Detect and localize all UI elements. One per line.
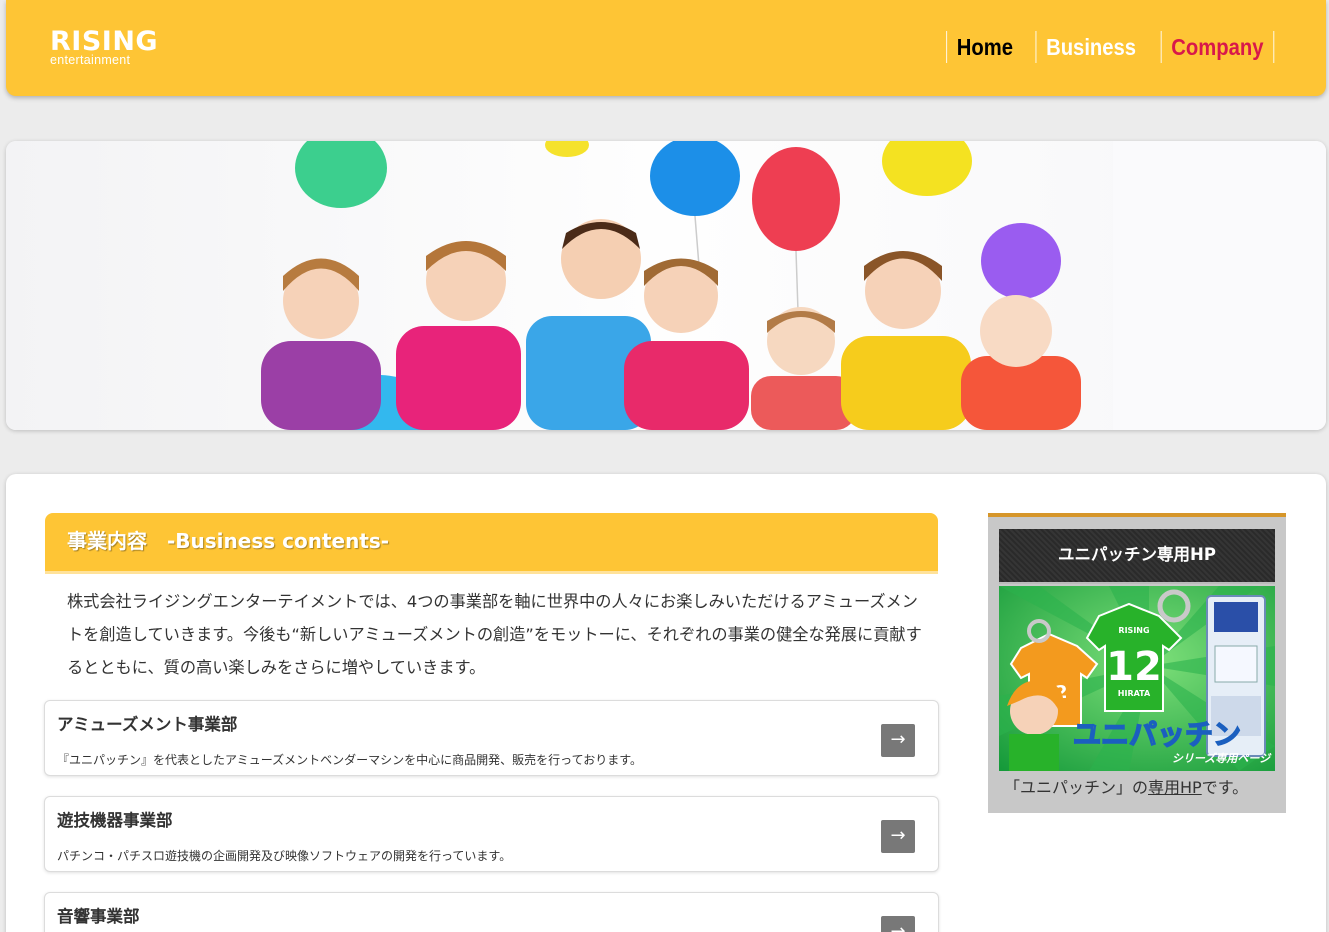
arrow-right-icon[interactable]: → (881, 724, 915, 757)
section-title: 事業内容 -Business contents- (67, 529, 390, 553)
kids-balloons-illustration (6, 141, 1326, 430)
nav-home[interactable]: Home (946, 31, 1022, 63)
section-heading-rule (45, 571, 938, 574)
card-description: パチンコ・パチスロ遊技機の企画開発及び映像ソフトウェアの開発を行っています。 (57, 849, 512, 863)
business-card-amusement[interactable]: アミューズメント事業部 『ユニパッチン』を代表としたアミューズメントベンダーマシ… (44, 700, 939, 776)
arrow-right-icon[interactable]: → (881, 916, 915, 932)
business-card-audio[interactable]: 音響事業部 → (44, 892, 939, 932)
banner-tagline: シリーズ専用ページ (1172, 752, 1272, 765)
unipatchin-hp-link[interactable]: 専用HP (1148, 778, 1202, 797)
business-card-gaming-machines[interactable]: 遊技機器事業部 パチンコ・パチスロ遊技機の企画開発及び映像ソフトウェアの開発を行… (44, 796, 939, 872)
arrow-right-icon[interactable]: → (881, 820, 915, 853)
main-content: 事業内容 -Business contents- 株式会社ライジングエンターテイ… (6, 474, 1326, 932)
jersey-brand: RISING (1118, 626, 1149, 635)
unipatchin-widget: ユニパッチン専用HP 12 (988, 513, 1286, 813)
hero-banner (6, 141, 1326, 430)
unipatchin-logo-text: ユニパッチン (1073, 718, 1241, 751)
site-header: RISING entertainment Home Business Compa… (6, 0, 1326, 96)
caption-prefix: 「ユニパッチン」の (1004, 778, 1149, 797)
caption-suffix: です。 (1201, 778, 1249, 797)
card-title: 遊技機器事業部 (57, 811, 173, 830)
card-description: 『ユニパッチン』を代表としたアミューズメントベンダーマシンを中心に商品開発、販売… (57, 753, 643, 767)
widget-title: ユニパッチン専用HP (999, 529, 1275, 584)
jersey-number: 12 (1106, 644, 1162, 690)
widget-caption: 「ユニパッチン」の専用HPです。 (1004, 774, 1248, 798)
nav-company[interactable]: Company (1160, 31, 1275, 63)
nav-business[interactable]: Business (1035, 31, 1145, 63)
section-heading: 事業内容 -Business contents- (45, 513, 938, 574)
main-nav: Home Business Company (941, 31, 1282, 63)
unipatchin-banner[interactable]: 12 RISING 12 HIRATA ユニパッチン シリーズ専用ページ (999, 586, 1275, 771)
unipatchin-banner-art: 12 RISING 12 HIRATA ユニパッチン シリーズ専用ページ (999, 586, 1275, 771)
card-title: 音響事業部 (57, 907, 140, 926)
logo-wordmark: RISING (50, 26, 159, 57)
card-title: アミューズメント事業部 (57, 715, 238, 734)
jersey-name: HIRATA (1118, 689, 1151, 698)
section-intro: 株式会社ライジングエンターテイメントでは、4つの事業部を軸に世界中の人々にお楽し… (67, 592, 922, 677)
site-logo[interactable]: RISING entertainment (50, 28, 158, 66)
